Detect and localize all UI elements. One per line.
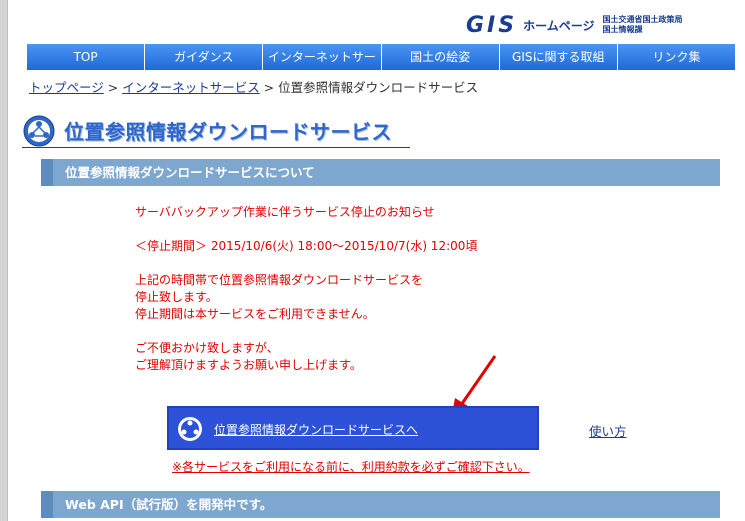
gis-logo-home: ホームページ bbox=[523, 18, 595, 33]
breadcrumb-internet-service-link[interactable]: インターネットサービス bbox=[122, 80, 260, 95]
notice-line: ご不便おかけ致しますが、 bbox=[135, 341, 279, 355]
gis-logo-org: 国土交通省国土政策局 国土情報課 bbox=[603, 15, 683, 35]
gis-logo-org-line2: 国土情報課 bbox=[602, 25, 643, 34]
gis-logo-org-line1: 国土交通省国土政策局 bbox=[602, 15, 683, 24]
notice-title: サーババックアップ作業に伴うサービス停止のお知らせ bbox=[135, 205, 435, 219]
maintenance-notice: サーババックアップ作業に伴うサービス停止のお知らせ ＜停止期間＞ 2015/10… bbox=[135, 204, 477, 374]
notice-line: 停止致します。 bbox=[135, 290, 218, 304]
breadcrumb-home-link[interactable]: トップページ bbox=[29, 80, 104, 95]
nav-item-guidance[interactable]: ガイダンス bbox=[145, 44, 264, 70]
breadcrumb-separator: > bbox=[259, 80, 279, 95]
nav-item-top[interactable]: TOP bbox=[27, 44, 146, 70]
nav-item-gis-initiatives[interactable]: GISに関する取組 bbox=[499, 44, 618, 70]
usage-link[interactable]: 使い方 bbox=[589, 421, 627, 440]
notice-period: ＜停止期間＞ 2015/10/6(火) 18:00〜2015/10/7(水) 1… bbox=[135, 239, 478, 253]
breadcrumb-current: 位置参照情報ダウンロードサービス bbox=[278, 80, 479, 95]
download-service-button[interactable]: 位置参照情報ダウンロードサービスへ bbox=[167, 406, 539, 450]
download-service-link[interactable]: 位置参照情報ダウンロードサービスへ bbox=[214, 421, 418, 438]
notice-line: 上記の時間帯で位置参照情報ダウンロードサービスを bbox=[135, 273, 424, 287]
network-globe-icon bbox=[178, 417, 202, 441]
nav-item-links[interactable]: リンク集 bbox=[617, 44, 736, 70]
section-header-web-api: Web API（試行版）を開発中です。 bbox=[41, 491, 720, 518]
gis-logo-text: GIS bbox=[466, 12, 518, 38]
gis-logo[interactable]: GIS ホームページ 国土交通省国土政策局 国土情報課 bbox=[466, 12, 683, 38]
breadcrumb-separator: > bbox=[103, 80, 123, 95]
terms-of-use-link[interactable]: ※各サービスをご利用になる前に、利用約款を必ずご確認下さい。 bbox=[172, 458, 530, 475]
page-title: 位置参照情報ダウンロードサービス bbox=[22, 113, 410, 148]
notice-line: 停止期間は本サービスをご利用できません。 bbox=[135, 307, 375, 321]
network-globe-icon bbox=[23, 115, 55, 147]
left-scrollbar[interactable] bbox=[0, 0, 8, 521]
notice-line: ご理解頂けますようお願い申し上げます。 bbox=[135, 358, 362, 372]
breadcrumb: トップページ > インターネットサービス > 位置参照情報ダウンロードサービス bbox=[29, 77, 478, 96]
nav-item-internet-service[interactable]: インターネットサー bbox=[263, 44, 382, 70]
page-title-text: 位置参照情報ダウンロードサービス bbox=[64, 120, 392, 144]
nav-item-national-land[interactable]: 国土の絵姿 bbox=[381, 44, 500, 70]
main-nav: TOP ガイダンス インターネットサー 国土の絵姿 GISに関する取組 リンク集 bbox=[27, 44, 736, 70]
section-header-about: 位置参照情報ダウンロードサービスについて bbox=[41, 159, 720, 186]
